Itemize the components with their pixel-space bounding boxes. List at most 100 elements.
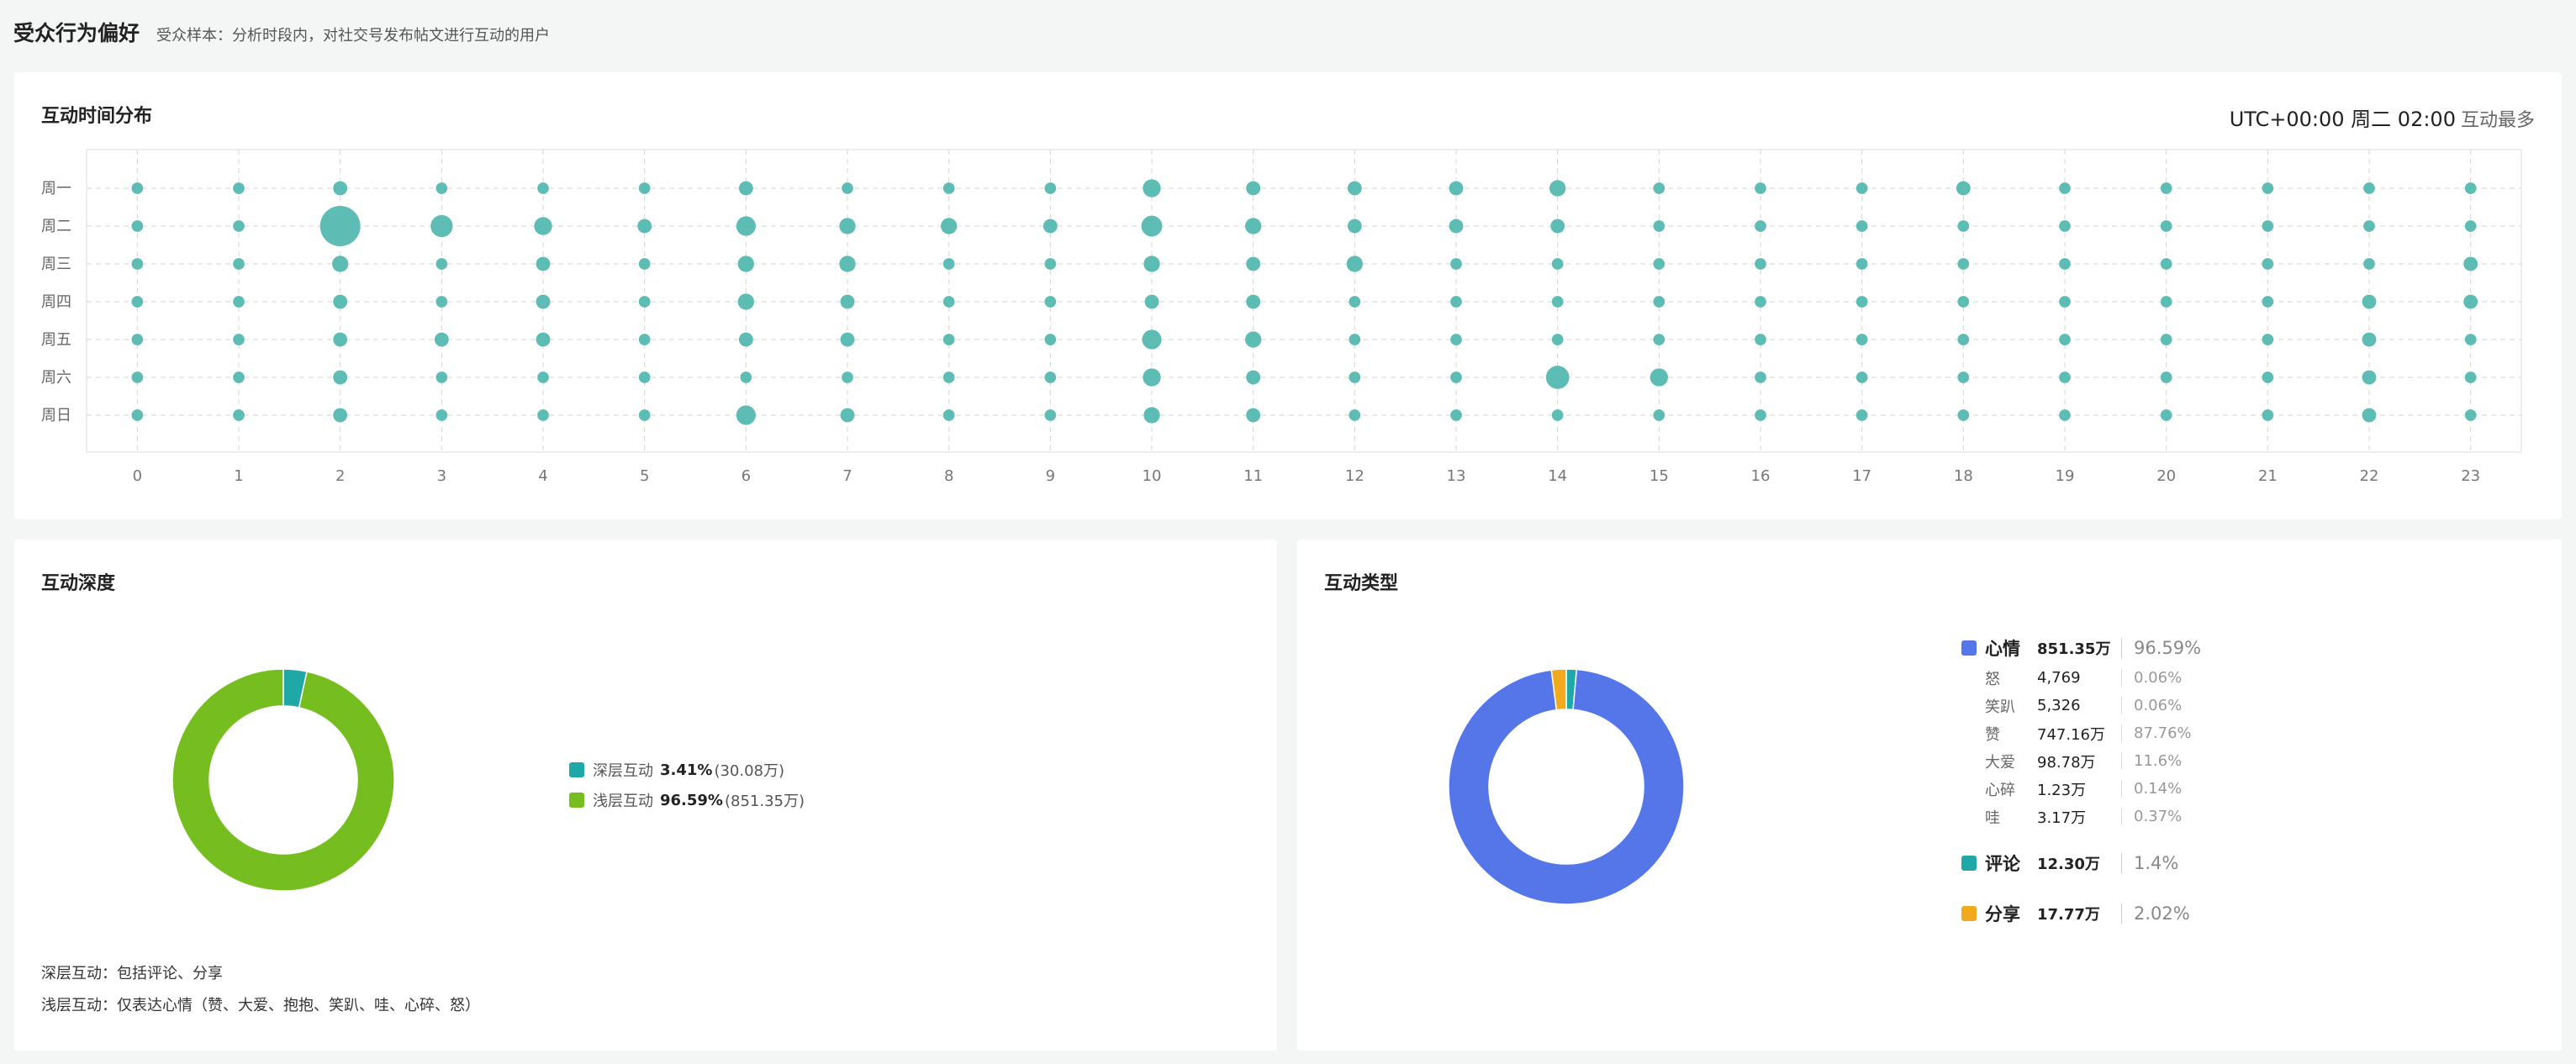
- bubble-point[interactable]: [536, 256, 551, 271]
- legend-share[interactable]: 分享 17.77万 2.02%: [1961, 898, 2201, 930]
- bubble-point[interactable]: [2362, 408, 2377, 423]
- bubble-point[interactable]: [332, 255, 349, 272]
- bubble-point[interactable]: [2059, 371, 2071, 383]
- bubble-point[interactable]: [942, 258, 955, 270]
- bubble-point[interactable]: [1143, 407, 1160, 424]
- bubble-point[interactable]: [736, 216, 756, 236]
- bubble-point[interactable]: [536, 332, 551, 347]
- bubble-point[interactable]: [434, 332, 449, 347]
- bubble-point[interactable]: [1141, 215, 1163, 237]
- bubble-point[interactable]: [737, 293, 754, 310]
- bubble-point[interactable]: [2160, 182, 2172, 194]
- bubble-point[interactable]: [2262, 334, 2274, 345]
- bubble-point[interactable]: [1245, 218, 1262, 234]
- bubble-point[interactable]: [2262, 296, 2274, 308]
- bubble-point[interactable]: [1450, 371, 1462, 383]
- bubble-point[interactable]: [1551, 409, 1564, 421]
- bubble-point[interactable]: [333, 408, 348, 423]
- bubble-point[interactable]: [2262, 220, 2274, 232]
- bubble-point[interactable]: [1549, 180, 1566, 197]
- bubble-point[interactable]: [1349, 371, 1361, 383]
- bubble-point[interactable]: [333, 332, 348, 347]
- bubble-point[interactable]: [1347, 181, 1362, 196]
- bubble-point[interactable]: [942, 371, 955, 383]
- bubble-point[interactable]: [738, 332, 753, 347]
- bubble-point[interactable]: [740, 371, 752, 383]
- bubble-point[interactable]: [942, 334, 955, 345]
- bubble-point[interactable]: [536, 294, 551, 309]
- bubble-point[interactable]: [2363, 220, 2375, 232]
- bubble-point[interactable]: [2059, 409, 2071, 421]
- bubble-point[interactable]: [1246, 408, 1261, 423]
- bubble-point[interactable]: [1143, 368, 1161, 387]
- bubble-point[interactable]: [1855, 258, 1868, 270]
- bubble-point[interactable]: [1957, 334, 1970, 345]
- bubble-point[interactable]: [1450, 258, 1462, 270]
- bubble-point[interactable]: [333, 294, 348, 309]
- bubble-point[interactable]: [1957, 371, 1970, 383]
- bubble-point[interactable]: [941, 218, 958, 234]
- bubble-point[interactable]: [333, 181, 348, 196]
- bubble-point[interactable]: [1855, 220, 1868, 232]
- legend-comment[interactable]: 评论 12.30万 1.4%: [1961, 847, 2201, 879]
- bubble-point[interactable]: [2262, 371, 2274, 383]
- bubble-point[interactable]: [2160, 371, 2172, 383]
- bubble-point[interactable]: [233, 296, 245, 308]
- bubble-point[interactable]: [1755, 296, 1766, 308]
- legend-deep[interactable]: 深层互动 3.41% (30.08万): [569, 755, 805, 785]
- bubble-point[interactable]: [537, 371, 549, 383]
- bubble-point[interactable]: [233, 371, 245, 383]
- bubble-point[interactable]: [637, 219, 652, 234]
- bubble-point[interactable]: [1449, 181, 1464, 196]
- bubble-point[interactable]: [2463, 294, 2478, 309]
- bubble-point[interactable]: [534, 217, 552, 235]
- bubble-point[interactable]: [1956, 181, 1971, 196]
- bubble-point[interactable]: [2463, 256, 2478, 271]
- bubble-point[interactable]: [1551, 296, 1564, 308]
- bubble-point[interactable]: [738, 181, 753, 196]
- bubble-point[interactable]: [1653, 296, 1665, 308]
- bubble-point[interactable]: [1450, 409, 1462, 421]
- bubble-point[interactable]: [737, 255, 754, 272]
- bubble-point[interactable]: [842, 371, 853, 383]
- bubble-point[interactable]: [638, 371, 651, 383]
- bubble-point[interactable]: [840, 332, 855, 347]
- bubble-point[interactable]: [2464, 182, 2477, 194]
- bubble-point[interactable]: [233, 182, 245, 194]
- bubble-point[interactable]: [233, 220, 245, 232]
- bubble-point[interactable]: [1855, 296, 1868, 308]
- bubble-point[interactable]: [1347, 219, 1362, 234]
- bubble-point[interactable]: [842, 182, 853, 194]
- bubble-point[interactable]: [1044, 296, 1057, 308]
- bubble-point[interactable]: [736, 405, 756, 425]
- bubble-point[interactable]: [1755, 182, 1766, 194]
- bubble-point[interactable]: [1855, 182, 1868, 194]
- bubble-point[interactable]: [2363, 258, 2375, 270]
- bubble-point[interactable]: [131, 182, 144, 194]
- bubble-point[interactable]: [1449, 219, 1464, 234]
- bubble-point[interactable]: [2464, 334, 2477, 345]
- bubble-point[interactable]: [1653, 258, 1665, 270]
- bubble-point[interactable]: [839, 218, 856, 234]
- bubble-point[interactable]: [1550, 219, 1565, 234]
- bubble-point[interactable]: [2059, 220, 2071, 232]
- bubble-point[interactable]: [2262, 182, 2274, 194]
- bubble-point[interactable]: [1044, 334, 1057, 345]
- bubble-point[interactable]: [537, 182, 549, 194]
- bubble-point[interactable]: [638, 409, 651, 421]
- bubble-point[interactable]: [1653, 182, 1665, 194]
- bubble-point[interactable]: [1142, 329, 1162, 350]
- bubble-point[interactable]: [1755, 334, 1766, 345]
- bubble-point[interactable]: [2464, 409, 2477, 421]
- bubble-point[interactable]: [131, 220, 144, 232]
- bubble-point[interactable]: [1143, 255, 1160, 272]
- bubble-point[interactable]: [131, 334, 144, 345]
- bubble-point[interactable]: [1855, 371, 1868, 383]
- bubble-point[interactable]: [1653, 409, 1665, 421]
- bubble-point[interactable]: [131, 371, 144, 383]
- bubble-point[interactable]: [333, 370, 348, 385]
- bubble-point[interactable]: [1551, 334, 1564, 345]
- bubble-point[interactable]: [1044, 409, 1057, 421]
- bubble-point[interactable]: [839, 255, 856, 272]
- bubble-point[interactable]: [2362, 294, 2377, 309]
